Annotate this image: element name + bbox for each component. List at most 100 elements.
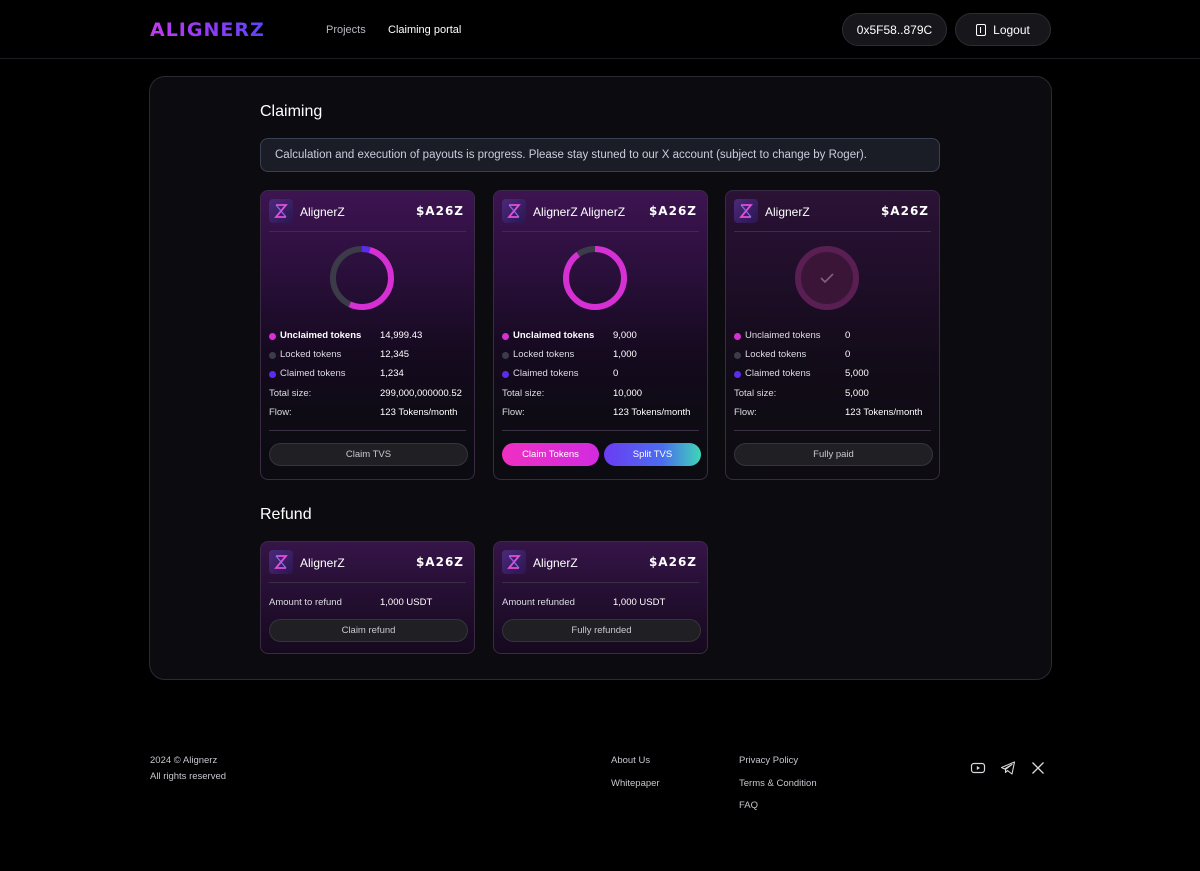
copyright: 2024 © Alignerz [150,755,218,766]
stat-value: 9,000 [613,330,637,341]
claim-card-3: AlignerZ $A26Z Unclaimed tokens 0 Locked… [725,190,940,480]
refund-amount-row: Amount refunded 1,000 USDT [502,596,702,610]
stat-flow: Flow: 123 Tokens/month [734,406,934,420]
claim-tokens-button[interactable]: Claim Tokens [502,443,599,466]
stat-label: Locked tokens [280,349,342,360]
stat-unclaimed: Unclaimed tokens 14,999.43 [269,329,469,343]
claimed-dot [734,370,741,378]
footer-link-whitepaper[interactable]: Whitepaper [611,778,660,790]
logout-label: Logout [993,22,1030,37]
divider [502,582,699,583]
stat-label: Claimed tokens [513,368,579,379]
nav-projects[interactable]: Projects [326,23,366,37]
refund-amount-row: Amount to refund 1,000 USDT [269,596,469,610]
alignerz-logo-icon [269,199,293,223]
alignerz-logo-icon [269,550,293,574]
divider [502,231,699,232]
project-ticker: $A26Z [415,204,464,218]
stat-claimed: Claimed tokens 5,000 [734,367,934,381]
youtube-icon[interactable] [970,760,986,776]
project-name: AlignerZ [300,205,345,219]
stat-value: 123 Tokens/month [613,407,691,418]
unclaimed-dot [734,332,741,340]
unclaimed-dot [269,332,276,340]
stat-label: Amount to refund [269,597,342,608]
stat-value: 1,000 USDT [380,597,433,608]
progress-donut [330,246,394,310]
logout-button[interactable]: Logout [955,13,1051,46]
footer-link-terms[interactable]: Terms & Condition [739,778,817,790]
divider [734,430,931,431]
project-ticker: $A26Z [880,204,929,218]
fully-refunded-button[interactable]: Fully refunded [502,619,701,642]
stat-label: Amount refunded [502,597,575,608]
unclaimed-dot [502,332,509,340]
card-header: AlignerZ AlignerZ $A26Z [502,199,699,225]
x-icon[interactable] [1030,760,1046,776]
stat-flow: Flow: 123 Tokens/month [502,406,702,420]
project-ticker: $A26Z [415,555,464,569]
telegram-icon[interactable] [1000,760,1016,776]
fully-paid-check-icon [795,246,859,310]
stat-total-size: Total size: 5,000 [734,387,934,401]
refund-card-1: AlignerZ $A26Z Amount to refund 1,000 US… [260,541,475,654]
stat-value: 123 Tokens/month [380,407,458,418]
claimed-dot [269,370,276,378]
top-header: ALIGNERZ Projects Claiming portal 0x5F58… [0,0,1200,59]
wallet-address-button[interactable]: 0x5F58..879C [842,13,947,46]
stat-label: Unclaimed tokens [745,330,821,341]
split-tvs-button[interactable]: Split TVS [604,443,701,466]
project-name: AlignerZ [765,205,810,219]
card-header: AlignerZ $A26Z [269,199,466,225]
locked-dot [502,351,509,359]
stat-value: 14,999.43 [380,330,423,341]
stat-locked: Locked tokens 12,345 [269,348,469,362]
stat-value: 1,000 [613,349,637,360]
footer-link-privacy[interactable]: Privacy Policy [739,755,798,767]
stat-claimed: Claimed tokens 1,234 [269,367,469,381]
stat-value: 0 [845,330,851,341]
stat-total-size: Total size: 299,000,000000.52 [269,387,469,401]
divider [269,231,466,232]
stat-label: Unclaimed tokens [513,330,595,341]
claim-card-2: AlignerZ AlignerZ $A26Z Unclaimed tokens… [493,190,708,480]
logo[interactable]: ALIGNERZ [150,19,265,41]
fully-paid-button[interactable]: Fully paid [734,443,933,466]
claim-tvs-button[interactable]: Claim TVS [269,443,468,466]
alignerz-logo-icon [502,550,526,574]
stat-value: 123 Tokens/month [845,407,923,418]
claim-refund-button[interactable]: Claim refund [269,619,468,642]
claim-card-1: AlignerZ $A26Z Unclaimed tokens 14,999.4… [260,190,475,480]
stat-value: 0 [845,349,851,360]
stat-unclaimed: Unclaimed tokens 9,000 [502,329,702,343]
stat-label: Flow: [734,407,757,418]
stat-value: 5,000 [845,388,869,399]
stat-label: Locked tokens [513,349,575,360]
stat-label: Total size: [734,388,777,399]
progress-donut [563,246,627,310]
notice-banner: Calculation and execution of payouts is … [260,138,940,172]
footer-link-faq[interactable]: FAQ [739,800,758,812]
divider [269,430,466,431]
refund-card-2: AlignerZ $A26Z Amount refunded 1,000 USD… [493,541,708,654]
stat-claimed: Claimed tokens 0 [502,367,702,381]
stat-value: 12,345 [380,349,410,360]
rights-reserved: All rights reserved [150,771,227,782]
stat-value: 299,000,000000.52 [380,388,462,399]
card-header: AlignerZ $A26Z [269,550,466,576]
notice-text: Calculation and execution of payouts is … [275,149,867,161]
alignerz-logo-icon [734,199,758,223]
alignerz-logo-icon [502,199,526,223]
refund-title: Refund [260,506,312,523]
nav-claiming-portal[interactable]: Claiming portal [388,23,461,37]
stat-label: Flow: [269,407,292,418]
project-ticker: $A26Z [648,204,697,218]
card-header: AlignerZ $A26Z [502,550,699,576]
stat-label: Total size: [502,388,545,399]
project-ticker: $A26Z [648,555,697,569]
claimed-dot [502,370,509,378]
stat-value: 0 [613,368,619,379]
stat-flow: Flow: 123 Tokens/month [269,406,469,420]
footer-link-about[interactable]: About Us [611,755,650,767]
claiming-title: Claiming [260,103,323,120]
